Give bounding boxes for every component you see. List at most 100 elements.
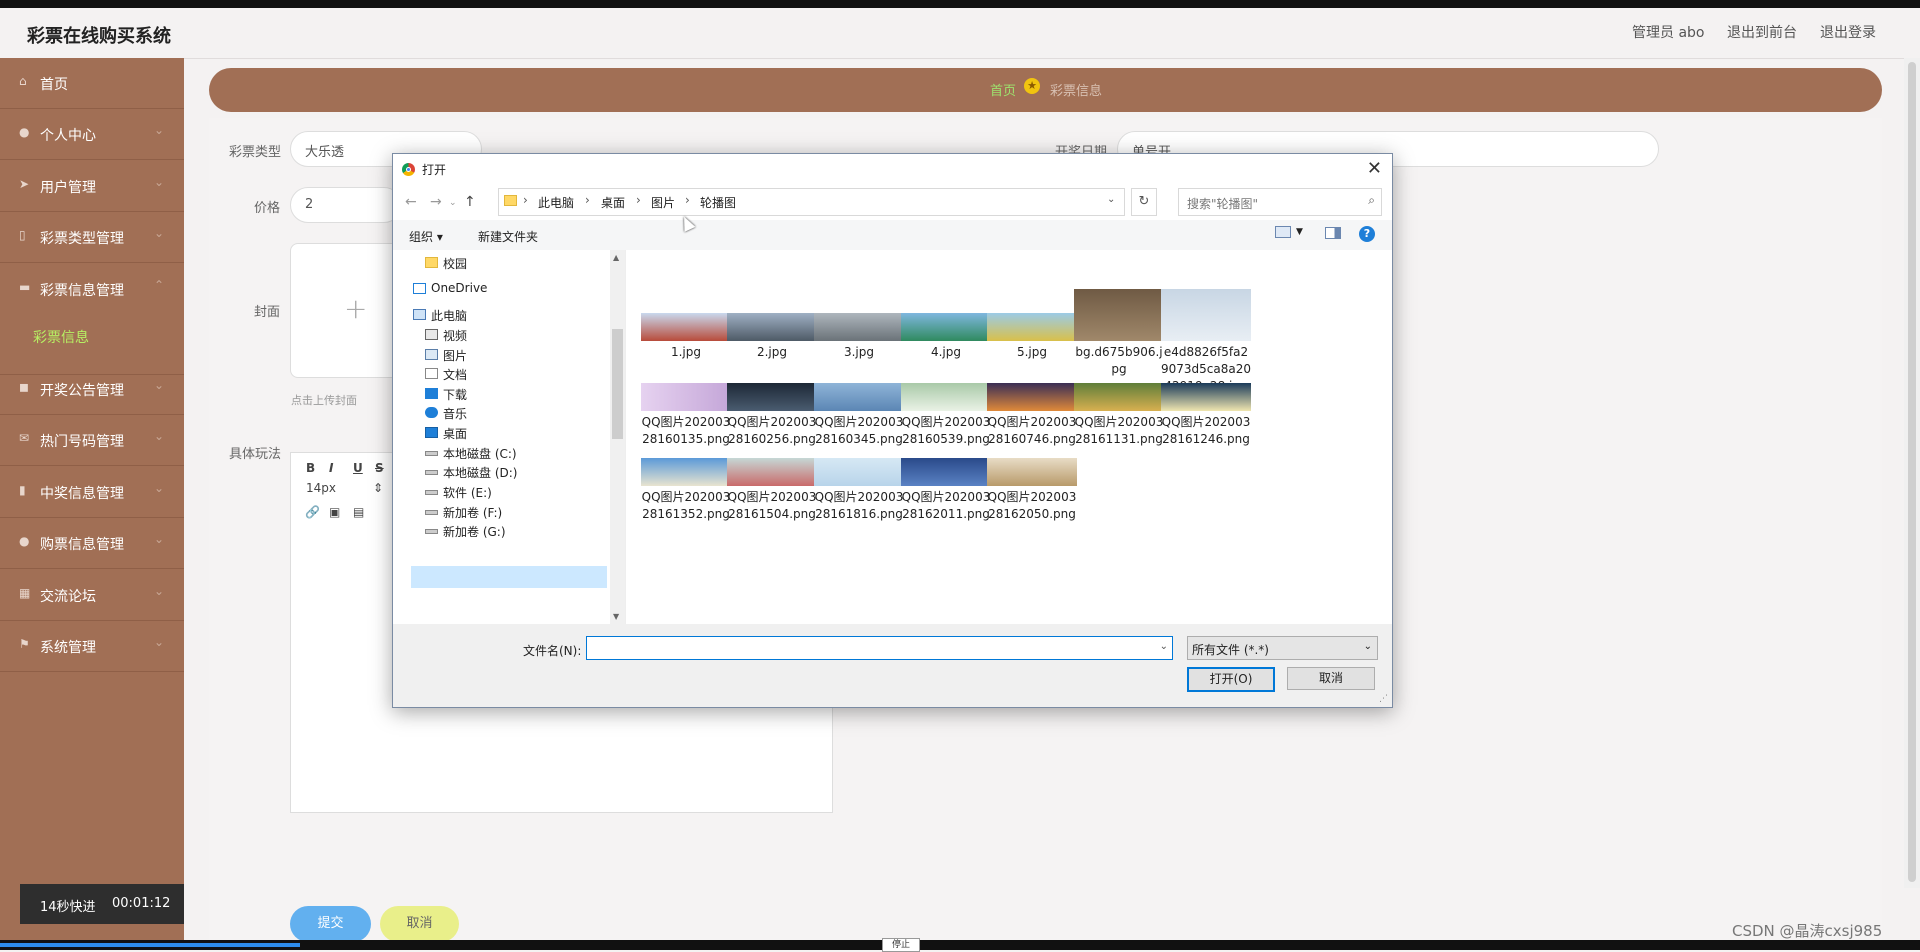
path-segment[interactable]: 图片 bbox=[651, 194, 675, 211]
file-item[interactable]: QQ图片20200328160539.png bbox=[901, 383, 991, 448]
tree-item[interactable]: 图片 bbox=[443, 347, 467, 364]
tree-item[interactable]: 音乐 bbox=[443, 405, 467, 422]
path-segment[interactable]: 桌面 bbox=[601, 194, 625, 211]
search-input[interactable]: 搜索"轮播图" ⌕ bbox=[1178, 188, 1382, 216]
tree-scroll-thumb[interactable] bbox=[612, 329, 623, 439]
resize-grip-icon[interactable]: ⋰ bbox=[1379, 694, 1388, 704]
sidebar-item-lottery-types[interactable]: ▯ 彩票类型管理 ⌄ bbox=[0, 212, 184, 263]
sidebar-item-home[interactable]: ⌂ 首页 bbox=[0, 58, 184, 109]
sidebar-item-purchases[interactable]: ● 购票信息管理 ⌄ bbox=[0, 518, 184, 569]
file-item[interactable]: QQ图片20200328161131.png bbox=[1074, 383, 1164, 448]
path-segment[interactable]: 此电脑 bbox=[538, 194, 574, 211]
file-item[interactable]: bg.d675b906.jpg bbox=[1074, 289, 1164, 378]
file-item[interactable]: QQ图片20200328161352.png bbox=[641, 458, 731, 523]
document-icon bbox=[425, 368, 438, 379]
file-name: 2.jpg bbox=[756, 345, 788, 359]
tree-item[interactable]: 此电脑 bbox=[431, 307, 467, 324]
tree-item[interactable]: 校园 bbox=[443, 255, 467, 272]
recent-dropdown-icon[interactable]: ⌄ bbox=[449, 198, 457, 208]
path-segment[interactable]: 轮播图 bbox=[700, 194, 736, 211]
italic-icon[interactable]: I bbox=[329, 461, 333, 475]
submit-button[interactable]: 提交 bbox=[290, 906, 371, 942]
file-item[interactable]: QQ图片20200328161246.png bbox=[1161, 383, 1251, 448]
back-arrow-icon[interactable]: ← bbox=[405, 194, 417, 210]
close-icon[interactable]: ✕ bbox=[1367, 158, 1382, 179]
address-bar[interactable]: › 此电脑 › 桌面 › 图片 › 轮播图 ⌄ bbox=[498, 188, 1125, 216]
bold-icon[interactable]: B bbox=[306, 461, 315, 475]
sidebar-item-lottery-info[interactable]: ▬ 彩票信息管理 ⌃ bbox=[0, 264, 184, 375]
tree-item[interactable]: 视频 bbox=[443, 327, 467, 344]
sidebar-item-label: 热门号码管理 bbox=[40, 434, 124, 450]
file-item[interactable]: QQ图片20200328160135.png bbox=[641, 383, 731, 448]
drive-icon bbox=[425, 470, 438, 475]
file-item[interactable]: QQ图片20200328160256.png bbox=[727, 383, 817, 448]
filename-input[interactable]: ⌄ bbox=[586, 636, 1173, 660]
image-icon[interactable]: ▣ bbox=[329, 505, 340, 519]
tree-item[interactable]: 新加卷 (G:) bbox=[443, 523, 506, 540]
scroll-up-icon[interactable]: ▲ bbox=[613, 253, 619, 262]
file-item[interactable]: QQ图片20200328160345.png bbox=[814, 383, 904, 448]
tree-item[interactable]: 桌面 bbox=[443, 425, 467, 442]
preview-pane-icon[interactable] bbox=[1325, 227, 1341, 239]
help-icon[interactable]: ? bbox=[1359, 226, 1375, 242]
chevron-down-icon[interactable]: ⌄ bbox=[1160, 641, 1168, 652]
organize-menu[interactable]: 组织 ▾ bbox=[409, 228, 443, 245]
forward-arrow-icon[interactable]: → bbox=[430, 194, 442, 210]
new-folder-button[interactable]: 新建文件夹 bbox=[478, 228, 538, 245]
file-item[interactable]: 2.jpg bbox=[727, 313, 817, 361]
tree-item[interactable]: 本地磁盘 (D:) bbox=[443, 464, 517, 481]
file-item[interactable]: QQ图片20200328160746.png bbox=[987, 383, 1077, 448]
file-item[interactable]: QQ图片20200328161504.png bbox=[727, 458, 817, 523]
dialog-cancel-button[interactable]: 取消 bbox=[1287, 667, 1375, 690]
file-item[interactable]: 4.jpg bbox=[901, 313, 991, 361]
file-thumbnail bbox=[814, 383, 904, 411]
logout-link[interactable]: 退出登录 bbox=[1820, 22, 1876, 42]
file-type-filter[interactable]: 所有文件 (*.*) ⌄ bbox=[1187, 636, 1378, 660]
open-button[interactable]: 打开(O) bbox=[1187, 667, 1275, 692]
font-size-select[interactable]: 14px bbox=[306, 481, 336, 495]
sidebar-item-profile[interactable]: ● 个人中心 ⌄ bbox=[0, 109, 184, 160]
file-item[interactable]: 1.jpg bbox=[641, 313, 731, 361]
sidebar-item-winning-info[interactable]: ▮ 中奖信息管理 ⌄ bbox=[0, 467, 184, 518]
file-item[interactable]: 5.jpg bbox=[987, 313, 1077, 361]
file-item[interactable]: QQ图片20200328162011.png bbox=[901, 458, 991, 523]
sidebar-item-draw-notices[interactable]: ◼ 开奖公告管理 ⌄ bbox=[0, 364, 184, 415]
breadcrumb-home[interactable]: 首页 bbox=[990, 80, 1016, 99]
tree-item[interactable]: 新加卷 (F:) bbox=[443, 504, 502, 521]
file-item[interactable]: QQ图片20200328162050.png bbox=[987, 458, 1077, 523]
link-icon[interactable]: 🔗 bbox=[305, 505, 320, 519]
tree-item[interactable]: 下载 bbox=[443, 386, 467, 403]
page-scroll-thumb[interactable] bbox=[1908, 62, 1916, 882]
sidebar-item-forum[interactable]: ▦ 交流论坛 ⌄ bbox=[0, 570, 184, 621]
breadcrumb bbox=[209, 68, 1882, 112]
chevron-down-icon[interactable]: ⌄ bbox=[1107, 194, 1115, 205]
file-item[interactable]: QQ图片20200328161816.png bbox=[814, 458, 904, 523]
sidebar-item-users[interactable]: ➤ 用户管理 ⌄ bbox=[0, 161, 184, 212]
tree-item[interactable]: 软件 (E:) bbox=[443, 484, 492, 501]
scroll-down-icon[interactable]: ▼ bbox=[613, 612, 619, 621]
sidebar-item-hot-numbers[interactable]: ✉ 热门号码管理 ⌄ bbox=[0, 415, 184, 466]
file-name: 1.jpg bbox=[670, 345, 702, 359]
up-arrow-icon[interactable]: ↑ bbox=[464, 194, 476, 210]
file-name: 3.jpg bbox=[843, 345, 875, 359]
dialog-titlebar[interactable]: 打开 ✕ bbox=[393, 154, 1392, 184]
sidebar-subitem-lottery-info[interactable]: 彩票信息 bbox=[33, 327, 89, 347]
file-item[interactable]: e4d8826f5fa29073d5ca8a2042919a28.jpg bbox=[1161, 289, 1251, 395]
underline-icon[interactable]: U bbox=[353, 461, 363, 475]
cancel-button[interactable]: 取消 bbox=[380, 906, 459, 942]
price-input[interactable]: 2 bbox=[290, 187, 402, 223]
chevron-down-icon[interactable]: ▼ bbox=[1296, 227, 1303, 237]
view-options-icon[interactable] bbox=[1275, 226, 1291, 238]
font-size-spinner-icon[interactable]: ⇕ bbox=[373, 481, 383, 495]
tree-item[interactable]: 本地磁盘 (C:) bbox=[443, 445, 517, 462]
exit-to-front-link[interactable]: 退出到前台 bbox=[1727, 22, 1797, 42]
strikethrough-icon[interactable]: S bbox=[375, 461, 384, 475]
video-icon[interactable]: ▤ bbox=[353, 505, 364, 519]
music-icon bbox=[425, 407, 438, 418]
file-item[interactable]: 3.jpg bbox=[814, 313, 904, 361]
tree-item[interactable]: 文档 bbox=[443, 366, 467, 383]
refresh-icon[interactable]: ↻ bbox=[1131, 188, 1157, 216]
sidebar-item-system[interactable]: ⚑ 系统管理 ⌄ bbox=[0, 621, 184, 672]
fast-forward-label: 14秒快进 bbox=[40, 900, 96, 915]
tree-item[interactable]: OneDrive bbox=[431, 281, 487, 295]
